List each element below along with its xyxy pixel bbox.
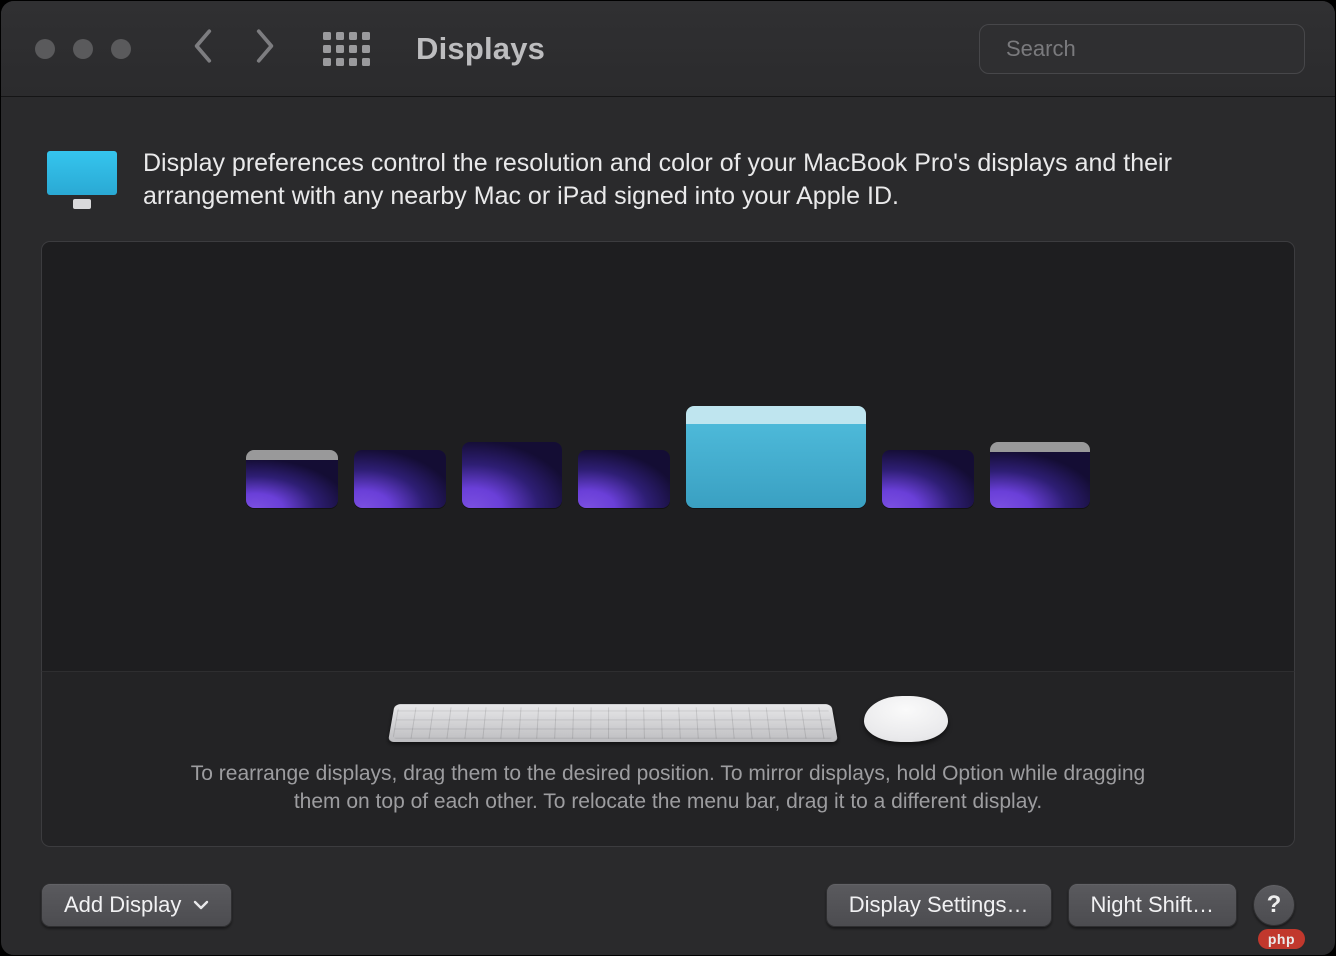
mouse-icon (864, 696, 948, 742)
display-settings-button[interactable]: Display Settings… (826, 883, 1052, 927)
search-input[interactable] (1006, 36, 1294, 62)
show-all-preferences-button[interactable] (323, 32, 370, 66)
menubar-indicator[interactable] (246, 450, 338, 460)
display-wallpaper (578, 450, 670, 508)
display-wallpaper (882, 450, 974, 508)
night-shift-button[interactable]: Night Shift… (1068, 883, 1238, 927)
watermark-badge: php (1258, 929, 1305, 949)
zoom-window-button[interactable] (111, 39, 131, 59)
back-button[interactable] (191, 27, 217, 70)
display-wallpaper (354, 450, 446, 508)
add-display-label: Add Display (64, 892, 181, 918)
display-wallpaper (990, 452, 1090, 508)
intro-description: Display preferences control the resoluti… (143, 147, 1283, 213)
keyboard-icon (388, 704, 838, 742)
night-shift-label: Night Shift… (1091, 892, 1215, 918)
nav-arrows (191, 27, 277, 70)
display-thumbnail[interactable] (246, 450, 338, 508)
display-thumbnail[interactable] (686, 406, 866, 508)
toolbar: Displays (1, 1, 1335, 97)
display-wallpaper (686, 424, 866, 508)
arrangement-hint: To rearrange displays, drag them to the … (168, 760, 1168, 816)
pane-title: Displays (416, 31, 545, 67)
display-icon (47, 151, 117, 207)
search-wrap (979, 24, 1305, 74)
display-thumbnail[interactable] (354, 450, 446, 508)
display-settings-label: Display Settings… (849, 892, 1029, 918)
display-thumbnail[interactable] (990, 442, 1090, 508)
help-button[interactable]: ? (1253, 884, 1295, 926)
intro-row: Display preferences control the resoluti… (41, 137, 1295, 241)
keyboard-mouse-illustration (72, 696, 1264, 742)
displays-preferences-window: Displays Display preferences control the… (0, 0, 1336, 956)
display-wallpaper (462, 442, 562, 508)
content-area: Display preferences control the resoluti… (1, 97, 1335, 871)
menubar-indicator[interactable] (990, 442, 1090, 452)
help-label: ? (1267, 891, 1282, 919)
arrangement-footer: To rearrange displays, drag them to the … (41, 671, 1295, 847)
minimize-window-button[interactable] (73, 39, 93, 59)
displays-row (42, 406, 1294, 508)
arrangement-area[interactable] (41, 241, 1295, 671)
display-thumbnail[interactable] (578, 450, 670, 508)
display-thumbnail[interactable] (462, 442, 562, 508)
chevron-left-icon (191, 27, 217, 65)
window-controls (35, 39, 131, 59)
forward-button[interactable] (251, 27, 277, 70)
menubar-indicator[interactable] (686, 406, 866, 424)
chevron-down-icon (193, 900, 209, 910)
close-window-button[interactable] (35, 39, 55, 59)
bottom-toolbar: Add Display Display Settings… Night Shif… (41, 883, 1295, 927)
display-thumbnail[interactable] (882, 450, 974, 508)
display-wallpaper (246, 460, 338, 508)
add-display-button[interactable]: Add Display (41, 883, 232, 927)
search-field[interactable] (979, 24, 1305, 74)
chevron-right-icon (251, 27, 277, 65)
